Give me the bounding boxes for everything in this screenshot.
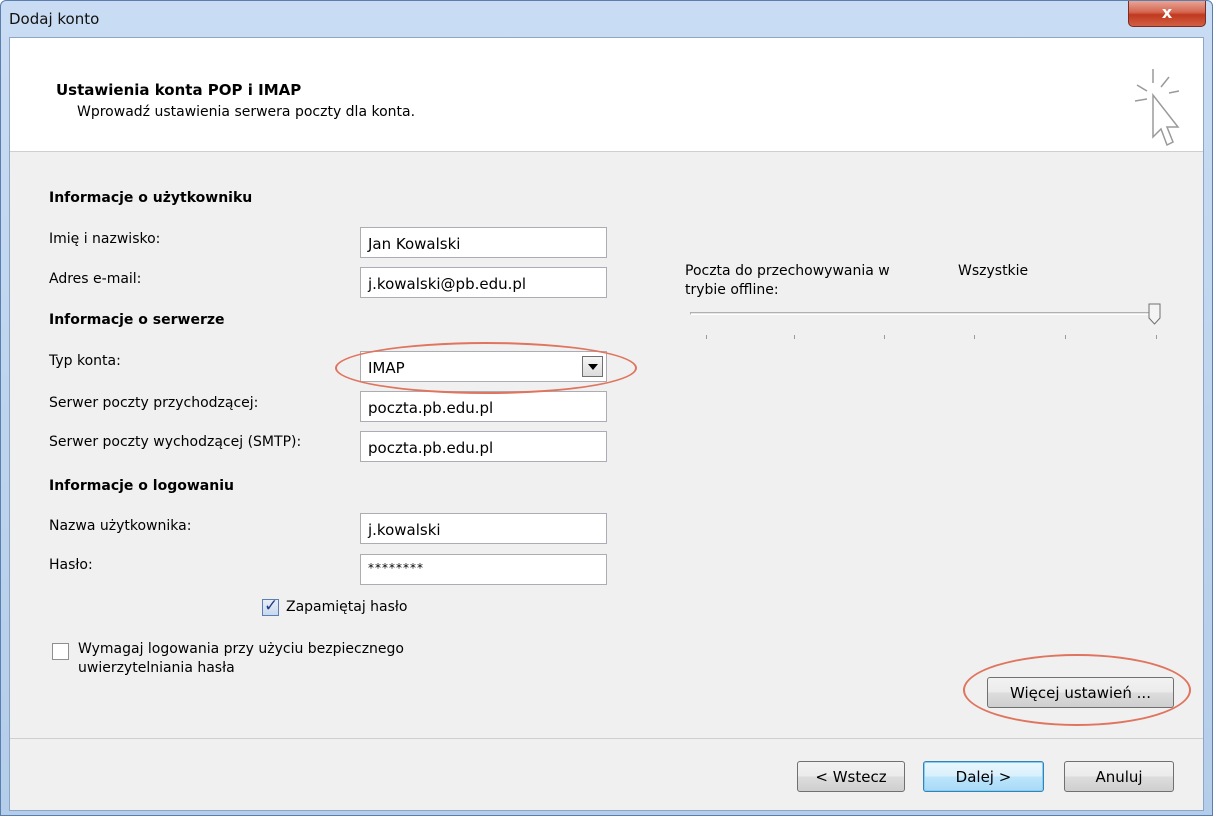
account-type-select[interactable]: IMAP — [360, 351, 607, 382]
slider-tick — [794, 335, 795, 339]
section-server-info: Informacje o serwerze — [49, 312, 225, 328]
offline-mail-value: Wszystkie — [958, 263, 1029, 279]
section-user-info: Informacje o użytkowniku — [49, 190, 253, 206]
outgoing-server-field[interactable]: poczta.pb.edu.pl — [360, 431, 607, 462]
incoming-server-label: Serwer poczty przychodzącej: — [49, 395, 259, 411]
window-title: Dodaj konto — [9, 10, 100, 28]
close-icon: x — [1161, 3, 1173, 22]
slider-tick — [974, 335, 975, 339]
incoming-server-field[interactable]: poczta.pb.edu.pl — [360, 391, 607, 422]
offline-mail-slider[interactable] — [690, 312, 1158, 315]
title-bar[interactable]: Dodaj konto x — [1, 1, 1212, 37]
account-type-label: Typ konta: — [49, 353, 121, 369]
name-field[interactable]: Jan Kowalski — [360, 227, 607, 258]
back-button[interactable]: < Wstecz — [797, 761, 905, 792]
page-subtitle: Wprowadź ustawienia serwera poczty dla k… — [77, 104, 416, 120]
page-title: Ustawienia konta POP i IMAP — [56, 81, 302, 99]
remember-password-label[interactable]: Zapamiętaj hasło — [286, 599, 407, 615]
account-type-value: IMAP — [368, 359, 405, 377]
cancel-button[interactable]: Anuluj — [1064, 761, 1174, 792]
section-login-info: Informacje o logowaniu — [49, 478, 234, 494]
close-button[interactable]: x — [1128, 1, 1206, 27]
username-label: Nazwa użytkownika: — [49, 518, 192, 534]
settings-panel: Informacje o użytkowniku Imię i nazwisko… — [10, 152, 1203, 739]
more-settings-button[interactable]: Więcej ustawień ... — [987, 677, 1174, 708]
secure-auth-checkbox[interactable] — [52, 643, 69, 660]
dialog-footer: < Wstecz Dalej > Anuluj — [10, 739, 1203, 810]
cursor-click-icon — [1134, 69, 1180, 147]
chevron-down-icon[interactable] — [582, 356, 603, 377]
password-label: Hasło: — [49, 557, 93, 573]
name-label: Imię i nazwisko: — [49, 231, 161, 247]
slider-tick — [1065, 335, 1066, 339]
slider-tick — [1156, 335, 1157, 339]
offline-mail-label-line2: trybie offline: — [685, 282, 779, 298]
email-field[interactable]: j.kowalski@pb.edu.pl — [360, 267, 607, 298]
email-label: Adres e-mail: — [49, 271, 142, 287]
password-field[interactable]: ******** — [360, 554, 607, 585]
secure-auth-label-line2[interactable]: uwierzytelniania hasła — [78, 660, 235, 676]
remember-password-checkbox[interactable] — [262, 596, 279, 616]
dialog-window: Dodaj konto x Ustawienia konta POP i IMA… — [0, 0, 1213, 816]
outgoing-server-label: Serwer poczty wychodzącej (SMTP): — [49, 434, 302, 450]
next-button[interactable]: Dalej > — [923, 761, 1044, 792]
slider-thumb[interactable] — [1148, 303, 1161, 325]
slider-tick — [706, 335, 707, 339]
secure-auth-label-line1[interactable]: Wymagaj logowania przy użyciu bezpieczne… — [78, 641, 404, 657]
slider-tick — [884, 335, 885, 339]
username-field[interactable]: j.kowalski — [360, 513, 607, 544]
dialog-header: Ustawienia konta POP i IMAP Wprowadź ust… — [10, 38, 1203, 152]
offline-mail-label-line1: Poczta do przechowywania w — [685, 263, 890, 279]
dialog-client: Ustawienia konta POP i IMAP Wprowadź ust… — [9, 37, 1204, 811]
